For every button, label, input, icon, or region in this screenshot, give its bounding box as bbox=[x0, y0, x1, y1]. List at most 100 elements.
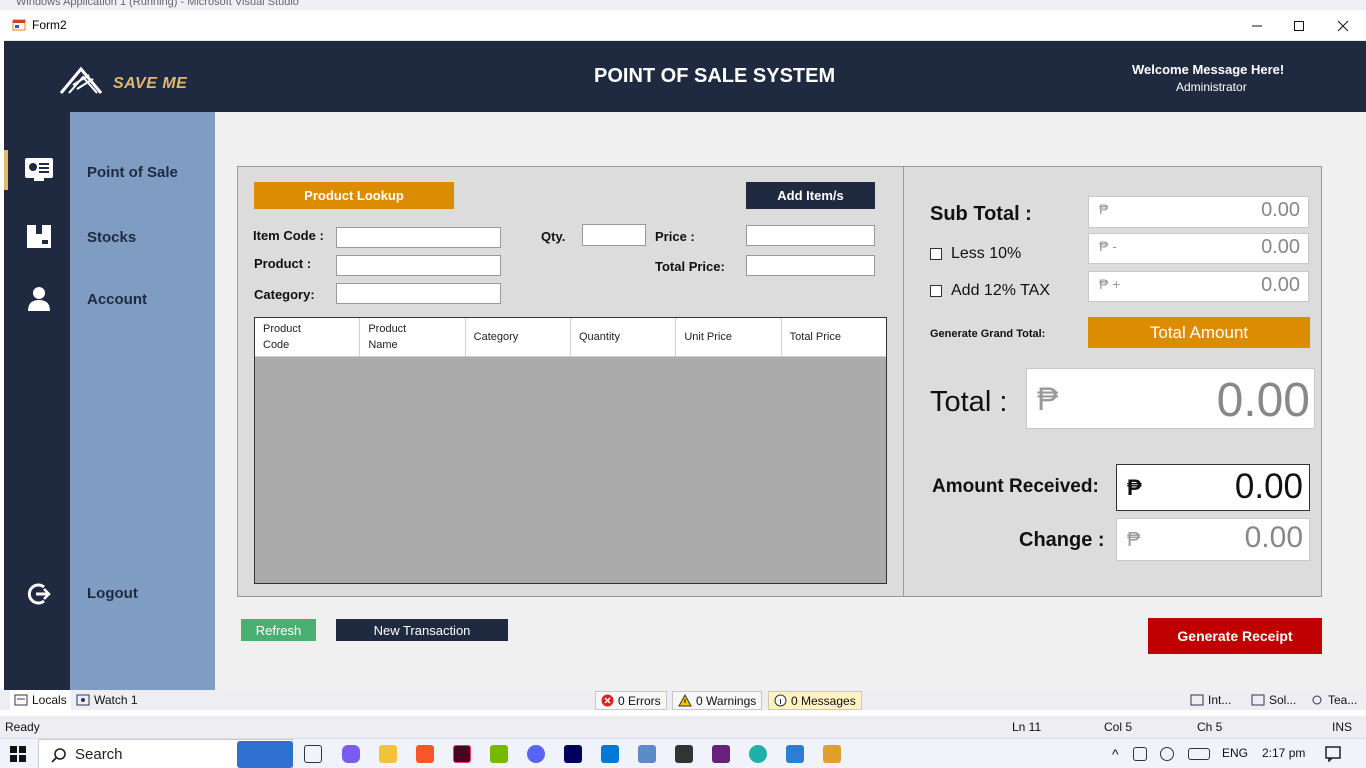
amount-received-input[interactable]: ₱ 0.00 bbox=[1116, 464, 1310, 511]
close-icon bbox=[1337, 20, 1349, 31]
new-transaction-button[interactable]: New Transaction bbox=[336, 619, 508, 641]
tab-tea[interactable]: Tea... bbox=[1310, 690, 1357, 710]
column-header-quantity[interactable]: Quantity bbox=[571, 318, 677, 356]
windows-start-icon[interactable] bbox=[10, 746, 26, 762]
tab-tea-label: Tea... bbox=[1328, 693, 1358, 707]
discord-icon[interactable] bbox=[527, 745, 545, 763]
indesign-icon[interactable] bbox=[453, 745, 471, 763]
task-view-icon[interactable] bbox=[304, 745, 322, 763]
notification-icon[interactable] bbox=[1325, 746, 1341, 762]
column-header-product-name[interactable]: Product Name bbox=[360, 318, 466, 356]
app-icon[interactable] bbox=[638, 745, 656, 763]
less-10-checkbox[interactable]: Less 10% bbox=[930, 245, 1021, 263]
window-titlebar[interactable]: Form2 bbox=[4, 10, 1366, 41]
brave-icon[interactable] bbox=[416, 745, 434, 763]
refresh-button[interactable]: Refresh bbox=[241, 619, 316, 641]
vs-tool-tabs: Locals Watch 1 0 Errors 0 Warnings 0 Mes… bbox=[0, 690, 1366, 710]
amount-received-value: 0.00 bbox=[1234, 467, 1303, 506]
minimize-icon bbox=[1252, 25, 1262, 26]
logout-icon[interactable] bbox=[24, 580, 54, 608]
tax-value: 0.00 bbox=[1261, 274, 1300, 296]
active-indicator bbox=[4, 150, 8, 190]
network-icon[interactable] bbox=[1133, 747, 1147, 761]
generate-receipt-button[interactable]: Generate Receipt bbox=[1148, 618, 1322, 654]
clock[interactable]: 2:17 pm bbox=[1262, 746, 1305, 760]
price-input[interactable] bbox=[746, 225, 875, 246]
copilot-icon[interactable] bbox=[342, 745, 360, 763]
sidebar-item-point-of-sale[interactable]: Point of Sale bbox=[87, 164, 178, 181]
change-label: Change : bbox=[1019, 529, 1105, 551]
winforms-app-icon[interactable] bbox=[823, 745, 841, 763]
add-tax-checkbox[interactable]: Add 12% TAX bbox=[930, 282, 1050, 300]
keyboard-icon[interactable] bbox=[1188, 748, 1210, 760]
tab-watch[interactable]: Watch 1 bbox=[76, 690, 138, 710]
column-header-total-price[interactable]: Total Price bbox=[782, 318, 886, 356]
add-tax-label: Add 12% TAX bbox=[951, 282, 1051, 299]
checkbox-box[interactable] bbox=[930, 248, 942, 260]
info-icon bbox=[774, 694, 787, 707]
column-header-category[interactable]: Category bbox=[466, 318, 571, 356]
total-amount-button[interactable]: Total Amount bbox=[1088, 317, 1310, 348]
sidebar-item-account[interactable]: Account bbox=[87, 291, 147, 308]
change-field: ₱ 0.00 bbox=[1116, 518, 1310, 561]
nvidia-icon[interactable] bbox=[490, 745, 508, 763]
tray-chevron-icon[interactable]: ^ bbox=[1112, 746, 1119, 762]
team-icon bbox=[1312, 695, 1322, 705]
user-icon[interactable] bbox=[24, 284, 54, 312]
tab-watch-label: Watch 1 bbox=[94, 693, 138, 707]
vs-status-bar: Ready Ln 11 Col 5 Ch 5 INS bbox=[0, 716, 1366, 738]
warnings-filter[interactable]: 0 Warnings bbox=[672, 691, 763, 710]
pen-icon[interactable] bbox=[1160, 747, 1174, 761]
pos-icon[interactable] bbox=[24, 155, 54, 183]
premiere-icon[interactable] bbox=[564, 745, 582, 763]
column-header-product-code[interactable]: Product Code bbox=[255, 318, 361, 356]
category-input[interactable] bbox=[336, 283, 501, 304]
errors-filter[interactable]: 0 Errors bbox=[595, 691, 667, 710]
peso-plus-sign: ₱ + bbox=[1099, 276, 1121, 292]
subtotal-label: Sub Total : bbox=[930, 203, 1032, 225]
app-header: SAVE ME POINT OF SALE SYSTEM Welcome Mes… bbox=[4, 41, 1366, 112]
tab-int[interactable]: Int... bbox=[1190, 690, 1231, 710]
maximize-button[interactable] bbox=[1276, 10, 1322, 41]
visual-studio-icon[interactable] bbox=[712, 745, 730, 763]
sidebar-item-stocks[interactable]: Stocks bbox=[87, 229, 136, 246]
discount-field: ₱ - 0.00 bbox=[1088, 233, 1309, 264]
vscode-icon[interactable] bbox=[601, 745, 619, 763]
minimize-button[interactable] bbox=[1234, 10, 1280, 41]
item-code-input[interactable] bbox=[336, 227, 501, 248]
add-items-button[interactable]: Add Item/s bbox=[746, 182, 875, 209]
logo-icon bbox=[59, 66, 103, 94]
less-10-label: Less 10% bbox=[951, 245, 1022, 262]
edge-icon[interactable] bbox=[749, 745, 767, 763]
product-lookup-button[interactable]: Product Lookup bbox=[254, 182, 454, 209]
messages-filter[interactable]: 0 Messages bbox=[768, 691, 862, 710]
product-label: Product : bbox=[254, 256, 312, 271]
form-icon bbox=[12, 19, 26, 31]
tab-sol[interactable]: Sol... bbox=[1251, 690, 1296, 710]
sidebar-item-logout[interactable]: Logout bbox=[87, 585, 138, 602]
close-button[interactable] bbox=[1320, 10, 1366, 41]
file-explorer-icon[interactable] bbox=[379, 745, 397, 763]
taskbar-search-label: Search bbox=[75, 745, 123, 763]
language-indicator[interactable]: ENG bbox=[1222, 746, 1248, 760]
logo-text: SAVE ME bbox=[113, 75, 188, 92]
items-grid[interactable]: Product Code Product Name Category Quant… bbox=[254, 317, 887, 584]
tab-locals[interactable]: Locals bbox=[10, 690, 71, 710]
total-price-input[interactable] bbox=[746, 255, 875, 276]
taskbar-search-box[interactable]: Search bbox=[38, 739, 293, 768]
peso-sign: ₱ bbox=[1127, 529, 1141, 551]
powershell-icon[interactable] bbox=[786, 745, 804, 763]
column-header-unit-price[interactable]: Unit Price bbox=[676, 318, 782, 356]
qty-input[interactable] bbox=[582, 224, 646, 246]
category-label: Category: bbox=[254, 287, 315, 302]
change-value: 0.00 bbox=[1244, 521, 1303, 554]
amount-received-label: Amount Received: bbox=[932, 476, 1099, 497]
app-icon-2[interactable] bbox=[675, 745, 693, 763]
box-icon[interactable] bbox=[24, 222, 54, 250]
warning-icon bbox=[678, 694, 692, 707]
vs-background-title: Windows Application 1 (Running) - Micros… bbox=[16, 0, 299, 8]
total-field: ₱ 0.00 bbox=[1026, 368, 1315, 429]
peso-sign: ₱ bbox=[1037, 381, 1059, 417]
checkbox-box[interactable] bbox=[930, 285, 942, 297]
product-input[interactable] bbox=[336, 255, 501, 276]
